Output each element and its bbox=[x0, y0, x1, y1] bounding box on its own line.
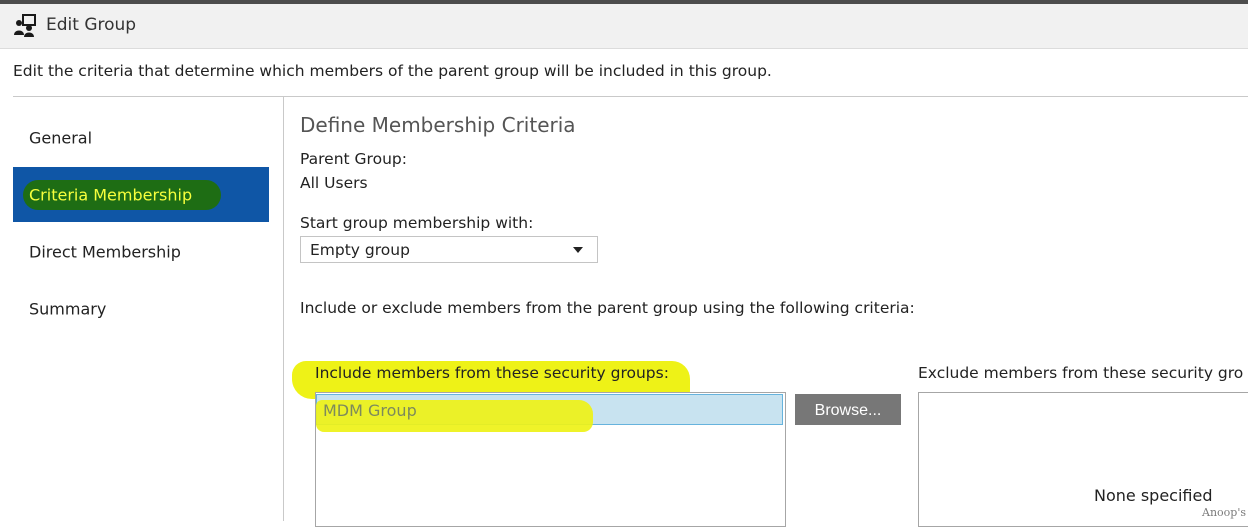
chevron-down-icon bbox=[573, 247, 583, 253]
window-title: Edit Group bbox=[46, 15, 137, 35]
parent-group-value: All Users bbox=[300, 174, 368, 192]
nav-item-label: Summary bbox=[29, 299, 107, 318]
page-description: Edit the criteria that determine which m… bbox=[13, 62, 772, 80]
nav-item-direct-membership[interactable]: Direct Membership bbox=[13, 224, 269, 279]
browse-button[interactable]: Browse... bbox=[795, 394, 901, 425]
nav-divider bbox=[283, 97, 284, 521]
parent-group-label: Parent Group: bbox=[300, 150, 407, 168]
exclude-empty-text: None specified bbox=[1094, 486, 1213, 505]
nav-item-label: Criteria Membership bbox=[29, 185, 193, 204]
title-bar bbox=[0, 4, 1248, 49]
nav-item-general[interactable]: General bbox=[13, 110, 269, 165]
section-title: Define Membership Criteria bbox=[300, 113, 576, 137]
list-item-label: MDM Group bbox=[323, 401, 417, 420]
criteria-intro: Include or exclude members from the pare… bbox=[300, 299, 915, 317]
exclude-groups-list[interactable] bbox=[918, 392, 1248, 527]
start-membership-select[interactable]: Empty group bbox=[300, 236, 598, 263]
watermark: Anoop's bbox=[1202, 506, 1246, 519]
nav-item-criteria-membership[interactable]: Criteria Membership bbox=[13, 167, 269, 222]
nav-item-label: Direct Membership bbox=[29, 242, 181, 261]
nav-item-label: General bbox=[29, 128, 93, 147]
header-divider bbox=[13, 96, 1248, 97]
nav-item-summary[interactable]: Summary bbox=[13, 281, 269, 336]
group-icon bbox=[14, 14, 36, 37]
include-groups-label: Include members from these security grou… bbox=[315, 364, 669, 382]
start-membership-value: Empty group bbox=[310, 241, 410, 259]
start-membership-label: Start group membership with: bbox=[300, 214, 534, 232]
exclude-groups-label: Exclude members from these security gro bbox=[918, 364, 1244, 382]
